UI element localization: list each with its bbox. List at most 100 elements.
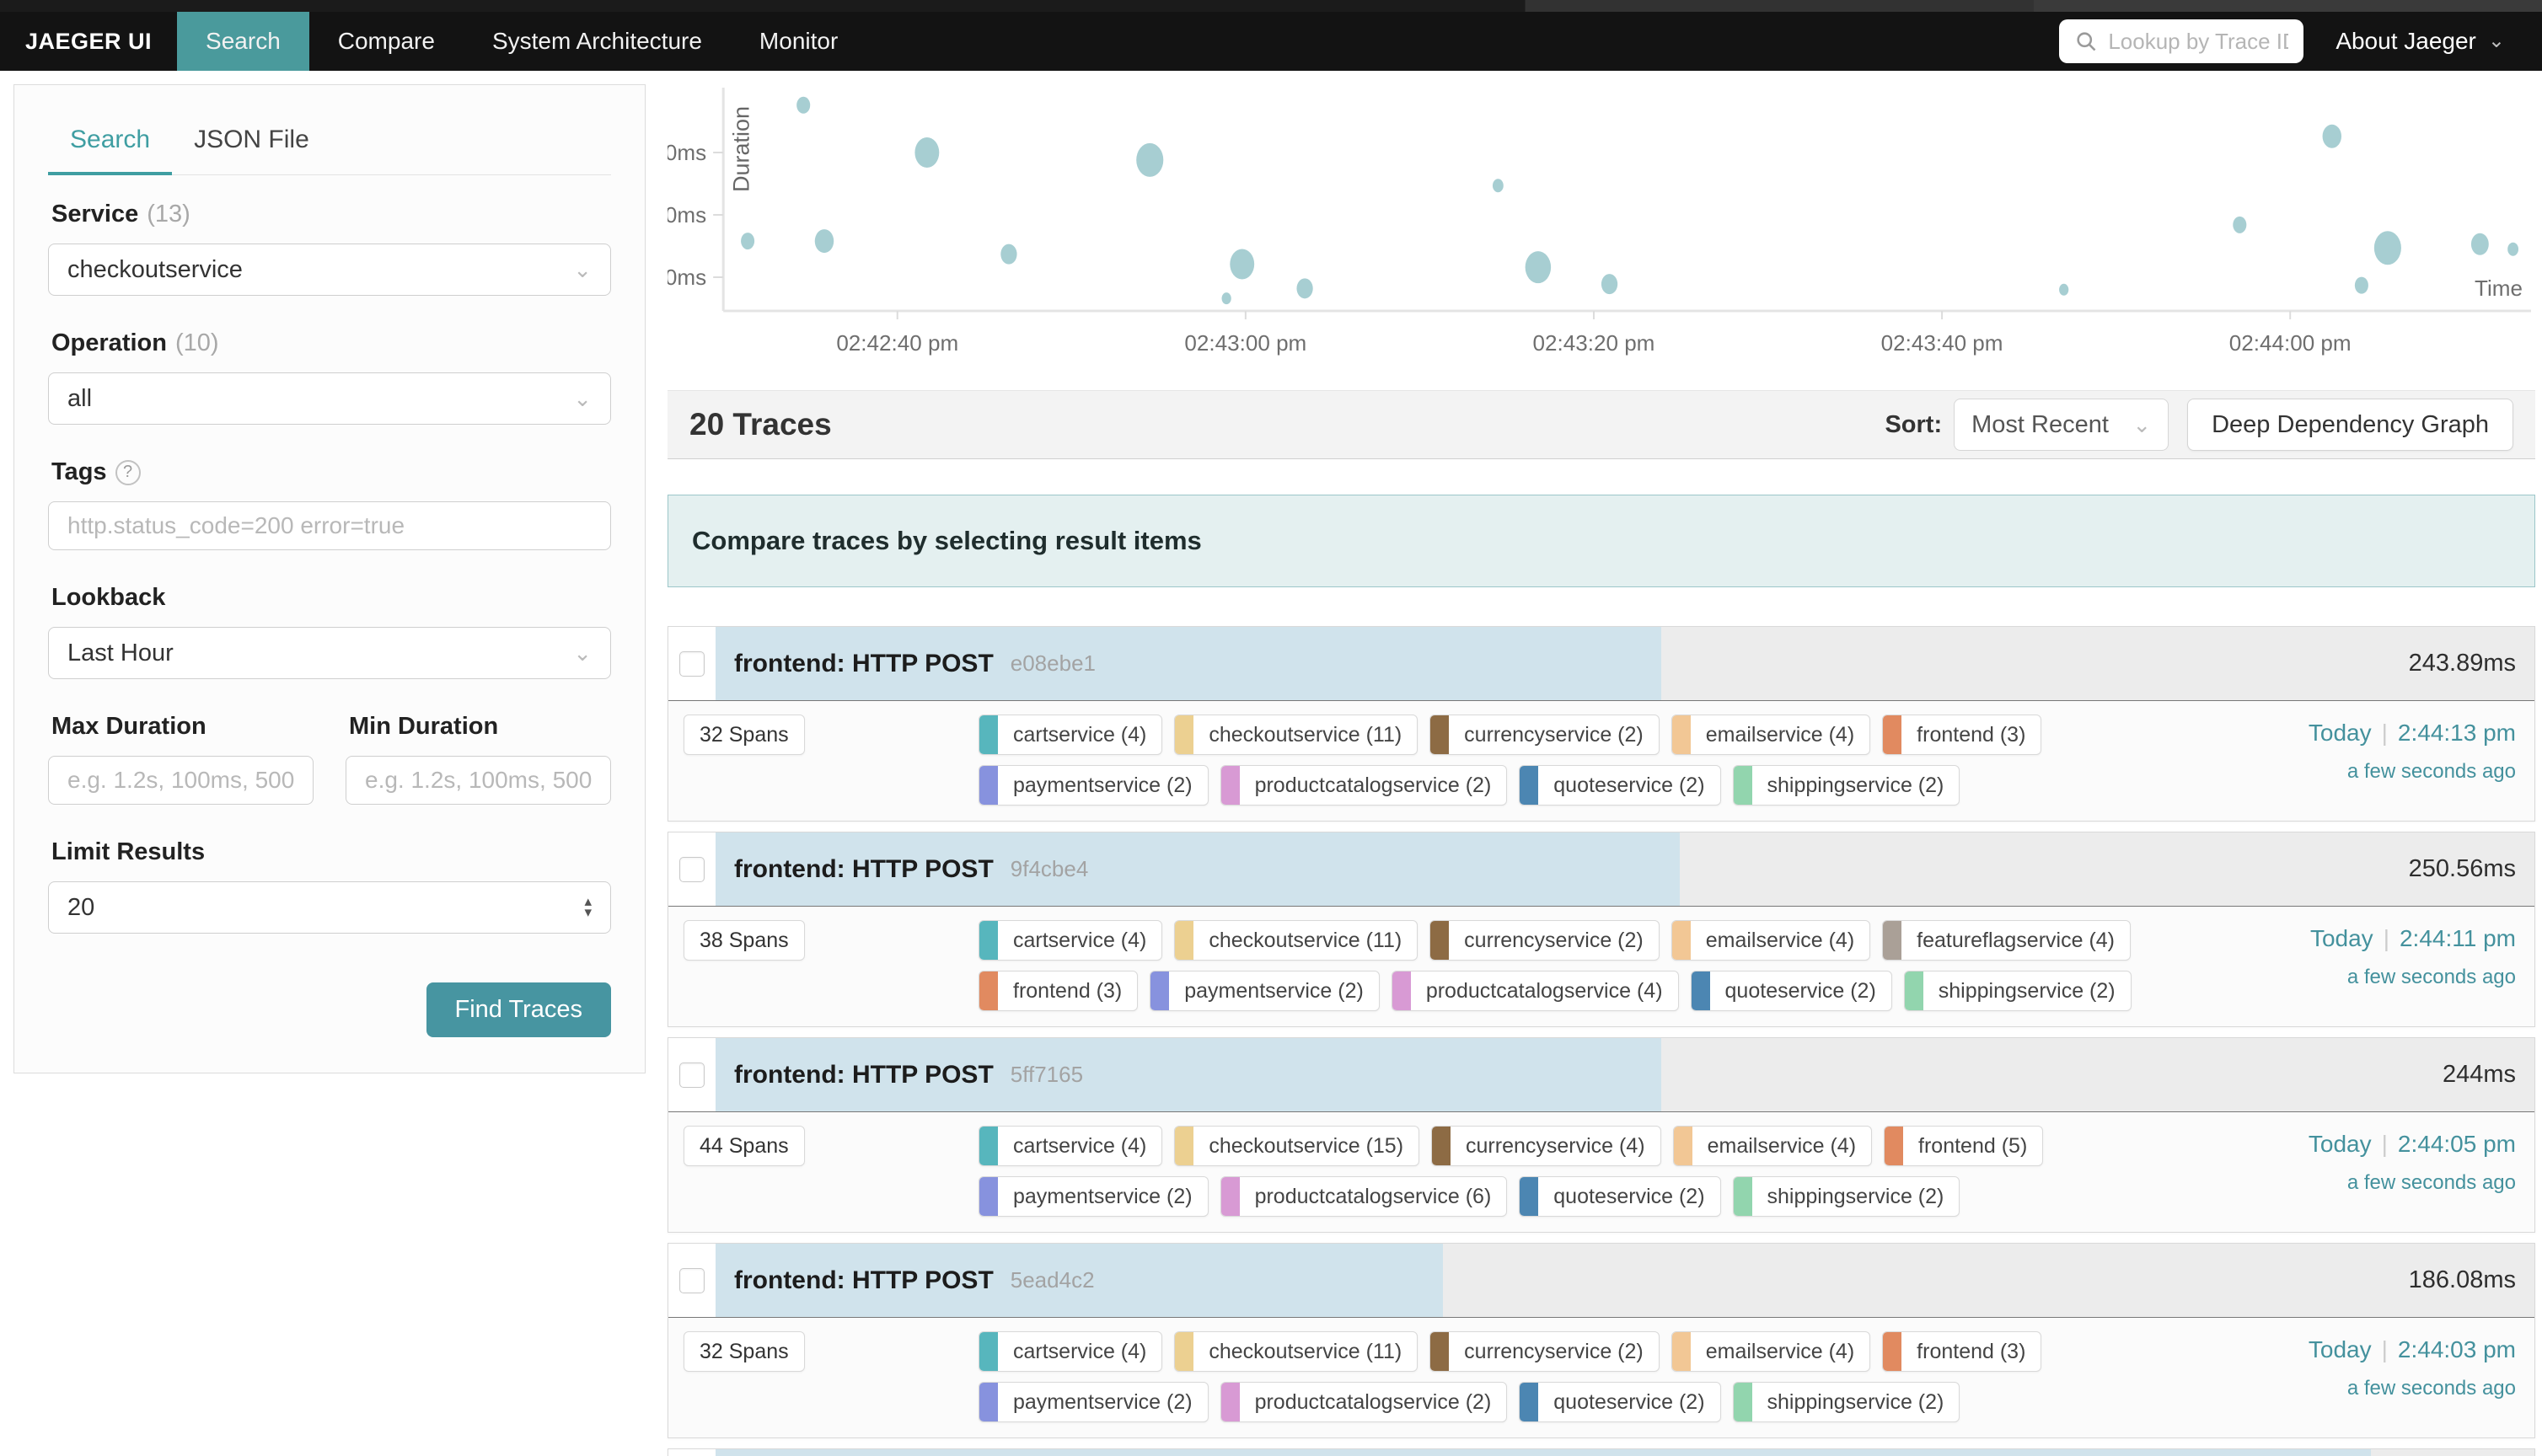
trace-point[interactable] bbox=[2355, 277, 2368, 294]
min-duration-input[interactable] bbox=[365, 767, 592, 794]
trace-checkbox[interactable] bbox=[679, 1268, 705, 1293]
trace-point[interactable] bbox=[2374, 231, 2401, 265]
trace-point[interactable] bbox=[741, 233, 754, 249]
chevron-down-icon: ⌄ bbox=[573, 257, 592, 283]
trace-count: 20 Traces bbox=[689, 407, 1885, 442]
trace-row: frontend: HTTP POSTea06c2d427.05ms38 Spa… bbox=[668, 1448, 2535, 1456]
service-tags: cartservice (4)checkoutservice (11)curre… bbox=[979, 1331, 2179, 1422]
trace-date-links[interactable]: Today|2:44:13 pm bbox=[2179, 720, 2516, 747]
operation-label: Operation(10) bbox=[51, 329, 608, 357]
trace-day-link[interactable]: Today bbox=[2310, 925, 2373, 951]
nav-item-search[interactable]: Search bbox=[177, 12, 309, 71]
trace-ago-link[interactable]: a few seconds ago bbox=[2179, 760, 2516, 784]
trace-row: frontend: HTTP POST9f4cbe4250.56ms38 Spa… bbox=[668, 832, 2535, 1027]
span-count-cell: 32 Spans bbox=[684, 1331, 979, 1372]
operation-select[interactable]: all ⌄ bbox=[48, 372, 611, 425]
deep-dependency-graph-button[interactable]: Deep Dependency Graph bbox=[2187, 399, 2513, 451]
trace-checkbox[interactable] bbox=[679, 1063, 705, 1088]
trace-link[interactable]: frontend: HTTP POST9f4cbe4250.56ms bbox=[716, 832, 2534, 906]
service-tag-label: shippingservice (2) bbox=[1752, 774, 1960, 798]
compare-banner: Compare traces by selecting result items bbox=[668, 495, 2535, 587]
trace-date-links[interactable]: Today|2:44:03 pm bbox=[2179, 1336, 2516, 1363]
trace-point[interactable] bbox=[2059, 284, 2068, 296]
trace-point[interactable] bbox=[914, 137, 939, 168]
help-icon[interactable]: ? bbox=[115, 460, 141, 485]
trace-point[interactable] bbox=[1601, 274, 1617, 294]
trace-point[interactable] bbox=[796, 97, 810, 114]
trace-point[interactable] bbox=[2507, 243, 2518, 256]
tab-search[interactable]: Search bbox=[48, 107, 172, 174]
number-stepper-icon[interactable]: ▴▾ bbox=[584, 897, 592, 918]
trace-time-link[interactable]: 2:44:13 pm bbox=[2398, 720, 2516, 746]
service-tag-label: quoteservice (2) bbox=[1710, 979, 1891, 1004]
trace-day-link[interactable]: Today bbox=[2309, 720, 2372, 746]
operation-value: all bbox=[67, 385, 92, 413]
min-duration-label: Min Duration bbox=[349, 713, 608, 741]
service-color-icon bbox=[1175, 1332, 1193, 1371]
chevron-down-icon: ⌄ bbox=[573, 386, 592, 412]
service-tag: cartservice (4) bbox=[979, 1331, 1162, 1372]
trace-row-body: 38 Spanscartservice (4)checkoutservice (… bbox=[668, 907, 2534, 1026]
trace-date-links[interactable]: Today|2:44:05 pm bbox=[2179, 1131, 2516, 1158]
service-tag-label: quoteservice (2) bbox=[1538, 1390, 1719, 1415]
trace-day-link[interactable]: Today bbox=[2309, 1131, 2372, 1157]
trace-point[interactable] bbox=[2471, 233, 2489, 255]
tags-input[interactable] bbox=[67, 512, 592, 539]
service-select[interactable]: checkoutservice ⌄ bbox=[48, 244, 611, 296]
trace-time-link[interactable]: 2:44:05 pm bbox=[2398, 1131, 2516, 1157]
service-color-icon bbox=[979, 1127, 998, 1165]
trace-date-links[interactable]: Today|2:44:11 pm bbox=[2179, 925, 2516, 952]
service-tag-label: productcatalogservice (2) bbox=[1240, 774, 1507, 798]
trace-point[interactable] bbox=[1526, 251, 1551, 283]
trace-checkbox[interactable] bbox=[679, 651, 705, 677]
trace-ago-link[interactable]: a few seconds ago bbox=[2179, 1377, 2516, 1400]
trace-link[interactable]: frontend: HTTP POSTea06c2d427.05ms bbox=[716, 1449, 2534, 1456]
nav-item-monitor[interactable]: Monitor bbox=[731, 12, 866, 71]
sort-select[interactable]: Most Recent ⌄ bbox=[1954, 399, 2169, 451]
trace-day-link[interactable]: Today bbox=[2309, 1336, 2372, 1362]
trace-point[interactable] bbox=[1222, 292, 1231, 304]
trace-link[interactable]: frontend: HTTP POST5ead4c2186.08ms bbox=[716, 1244, 2534, 1317]
trace-point[interactable] bbox=[1000, 244, 1016, 265]
nav-item-compare[interactable]: Compare bbox=[309, 12, 464, 71]
trace-id: 5ead4c2 bbox=[1011, 1267, 1095, 1293]
trace-lookup-input[interactable] bbox=[2108, 29, 2288, 55]
trace-row: frontend: HTTP POSTe08ebe1243.89ms 32 Spa… bbox=[668, 626, 2535, 822]
trace-ago-link[interactable]: a few seconds ago bbox=[2179, 1171, 2516, 1195]
trace-title: frontend: HTTP POST bbox=[734, 1266, 994, 1295]
trace-point[interactable] bbox=[2323, 125, 2341, 148]
trace-time-link[interactable]: 2:44:11 pm bbox=[2400, 925, 2516, 951]
trace-ago-link[interactable]: a few seconds ago bbox=[2179, 966, 2516, 989]
trace-point[interactable] bbox=[1136, 143, 1163, 177]
min-duration-box bbox=[346, 756, 611, 805]
service-tags: cartservice (4)checkoutservice (11)curre… bbox=[979, 715, 2179, 806]
trace-point[interactable] bbox=[1230, 249, 1254, 279]
service-tag-label: paymentservice (2) bbox=[998, 1185, 1208, 1209]
service-tag-label: checkoutservice (15) bbox=[1193, 1134, 1418, 1159]
about-jaeger-menu[interactable]: About Jaeger ⌄ bbox=[2336, 12, 2505, 71]
trace-point[interactable] bbox=[1493, 179, 1504, 192]
trace-point[interactable] bbox=[815, 229, 834, 253]
limit-results-input[interactable]: 20 ▴▾ bbox=[48, 881, 611, 934]
service-color-icon bbox=[1175, 1127, 1193, 1165]
nav-item-system-architecture[interactable]: System Architecture bbox=[464, 12, 731, 71]
trace-point[interactable] bbox=[2233, 217, 2246, 233]
service-tag: checkoutservice (11) bbox=[1174, 715, 1418, 755]
tab-json-file[interactable]: JSON File bbox=[172, 107, 331, 174]
find-traces-button[interactable]: Find Traces bbox=[426, 982, 612, 1037]
trace-link[interactable]: frontend: HTTP POSTe08ebe1243.89ms bbox=[716, 627, 2534, 700]
trace-lookup-box[interactable] bbox=[2059, 19, 2303, 63]
trace-time-link[interactable]: 2:44:03 pm bbox=[2398, 1336, 2516, 1362]
trace-link[interactable]: frontend: HTTP POST5ff7165244ms bbox=[716, 1038, 2534, 1111]
service-tag: shippingservice (2) bbox=[1733, 765, 1960, 806]
max-duration-input[interactable] bbox=[67, 767, 294, 794]
span-count-chip: 32 Spans bbox=[684, 715, 805, 755]
trace-checkbox[interactable] bbox=[679, 857, 705, 882]
trace-title: frontend: HTTP POST bbox=[734, 855, 994, 884]
service-color-icon bbox=[1734, 1177, 1752, 1216]
trace-point[interactable] bbox=[1296, 278, 1312, 298]
service-tag: productcatalogservice (2) bbox=[1220, 765, 1508, 806]
lookback-select[interactable]: Last Hour ⌄ bbox=[48, 627, 611, 679]
x-tick-label: 02:43:20 pm bbox=[1533, 330, 1655, 356]
trace-time-cell: Today|2:44:13 pm a few seconds ago bbox=[2179, 715, 2516, 784]
